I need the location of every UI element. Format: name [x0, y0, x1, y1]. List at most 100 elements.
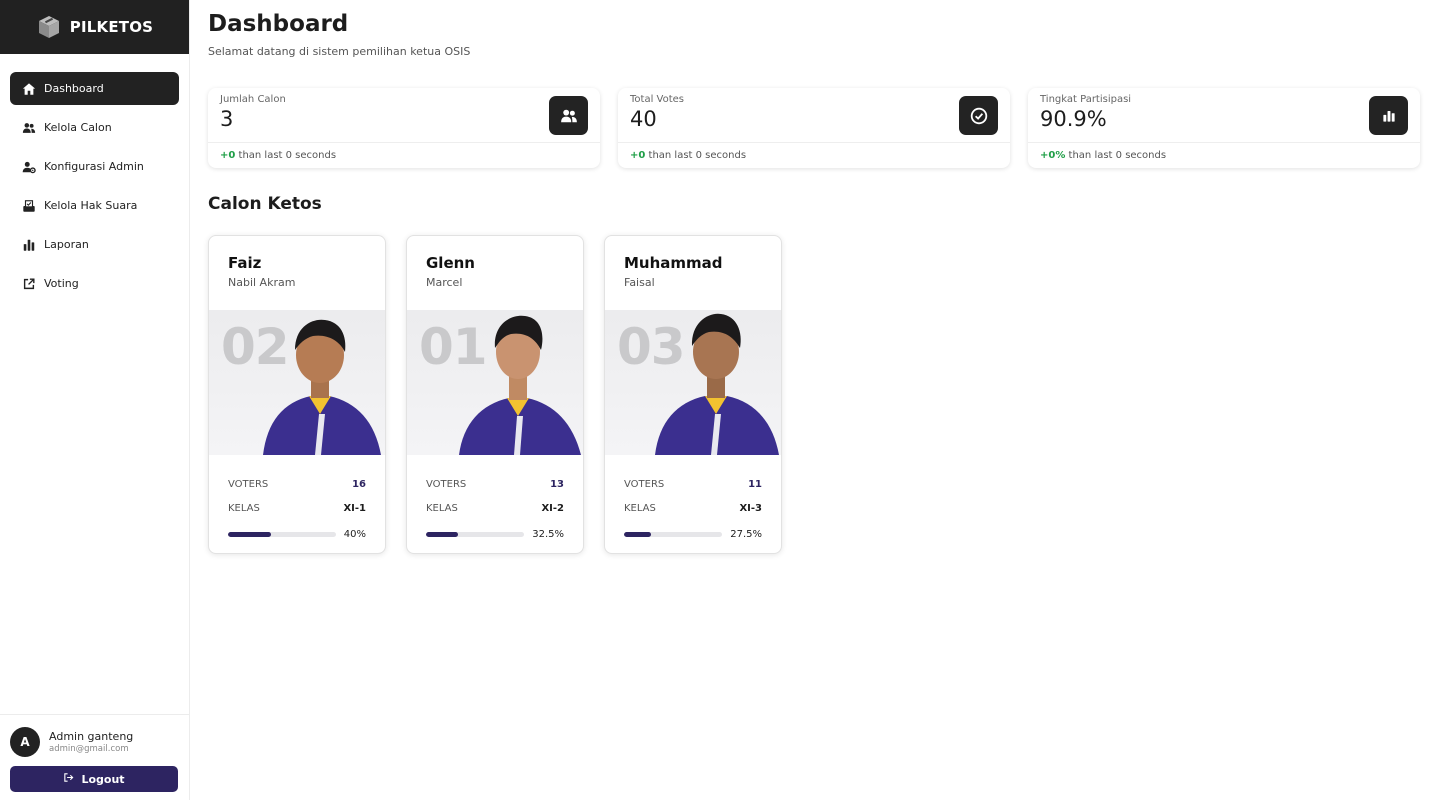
progress-fill — [624, 531, 651, 537]
sidebar-item-kelola-hak-suara[interactable]: Kelola Hak Suara — [10, 189, 179, 222]
voters-row: VOTERS 13 — [426, 472, 564, 496]
stat-card-tingkat-partisipasi: Tingkat Partisipasi 90.9% +0% than last … — [1028, 88, 1420, 168]
voters-count: 11 — [748, 478, 762, 490]
user-name: Admin ganteng — [49, 730, 134, 743]
sidebar-item-label: Kelola Hak Suara — [44, 199, 138, 212]
candidate-portrait — [655, 313, 779, 455]
ballot-box-icon — [22, 199, 36, 213]
logout-icon — [63, 772, 74, 786]
users-icon — [22, 121, 36, 135]
voters-row: VOTERS 11 — [624, 472, 762, 496]
kelas-label: KELAS — [624, 502, 656, 514]
candidate-portrait — [459, 315, 581, 455]
voters-count: 16 — [352, 478, 366, 490]
stat-value: 90.9% — [1040, 107, 1107, 131]
brand-name: PILKETOS — [69, 18, 154, 36]
stat-label: Jumlah Calon — [220, 94, 286, 105]
stat-delta: +0 — [220, 150, 236, 161]
sidebar-item-label: Voting — [44, 277, 79, 290]
progress-bar — [624, 531, 723, 537]
sidebar-item-dashboard[interactable]: Dashboard — [10, 72, 179, 105]
stat-foot-text: than last 0 seconds — [1065, 150, 1167, 161]
user-panel: A Admin ganteng admin@gmail.com Logout — [0, 714, 189, 800]
stat-card-total-votes: Total Votes 40 +0 than last 0 seconds — [618, 88, 1010, 168]
progress-fill — [228, 531, 272, 537]
stat-value: 3 — [220, 107, 234, 131]
sidebar: PILKETOS Dashboard Kelola Calon Konfigur… — [0, 0, 190, 800]
candidate-first-name: Faiz — [228, 254, 262, 272]
stat-delta: +0% — [1040, 150, 1066, 161]
users-icon — [549, 96, 588, 135]
vote-progress: 32.5% — [426, 522, 564, 546]
avatar: A — [10, 727, 40, 757]
candidate-portrait — [263, 319, 381, 455]
voters-label: VOTERS — [426, 478, 467, 490]
kelas-row: KELAS XI-2 — [426, 496, 564, 520]
progress-bar — [426, 531, 525, 537]
candidate-photo: 02 — [209, 310, 385, 455]
stat-footer: +0 than last 0 seconds — [618, 143, 1010, 168]
progress-percent: 40% — [343, 528, 366, 540]
sidebar-item-label: Laporan — [44, 238, 89, 251]
sidebar-item-kelola-calon[interactable]: Kelola Calon — [10, 111, 179, 144]
user-gear-icon — [22, 160, 36, 174]
logout-label: Logout — [81, 772, 125, 786]
stat-card-jumlah-calon: Jumlah Calon 3 +0 than last 0 seconds — [208, 88, 600, 168]
sidebar-item-label: Kelola Calon — [44, 121, 112, 134]
candidate-list: Faiz Nabil Akram 02 VOTERS 16 KELAS XI-1… — [208, 235, 1421, 554]
check-circle-icon — [959, 96, 998, 135]
sidebar-item-label: Dashboard — [44, 82, 104, 95]
home-icon — [22, 82, 36, 96]
stat-foot-text: than last 0 seconds — [645, 150, 747, 161]
vote-progress: 40% — [228, 522, 366, 546]
stat-delta: +0 — [630, 150, 646, 161]
voters-label: VOTERS — [228, 478, 269, 490]
page-subtitle: Selamat datang di sistem pemilihan ketua… — [208, 45, 471, 58]
stat-label: Tingkat Partisipasi — [1040, 94, 1132, 105]
candidate-first-name: Glenn — [426, 254, 475, 272]
user-email: admin@gmail.com — [49, 744, 129, 754]
candidate-photo: 01 — [407, 310, 583, 455]
user-info[interactable]: A Admin ganteng admin@gmail.com — [10, 727, 179, 757]
logout-button[interactable]: Logout — [10, 766, 178, 792]
sidebar-item-laporan[interactable]: Laporan — [10, 228, 179, 261]
ballot-box-logo-icon — [36, 14, 62, 40]
sidebar-item-konfigurasi-admin[interactable]: Konfigurasi Admin — [10, 150, 179, 183]
progress-fill — [426, 531, 458, 537]
candidate-last-name: Faisal — [624, 276, 655, 289]
kelas-label: KELAS — [228, 502, 260, 514]
page-title: Dashboard — [208, 11, 349, 37]
sidebar-item-voting[interactable]: Voting — [10, 267, 179, 300]
bar-chart-icon — [22, 238, 36, 252]
stat-footer: +0 than last 0 seconds — [208, 143, 600, 168]
candidate-card[interactable]: Muhammad Faisal 03 VOTERS 11 KELAS XI-3 … — [604, 235, 782, 554]
voters-row: VOTERS 16 — [228, 472, 366, 496]
stat-foot-text: than last 0 seconds — [235, 150, 337, 161]
kelas-row: KELAS XI-3 — [624, 496, 762, 520]
progress-percent: 27.5% — [730, 528, 762, 540]
external-link-icon — [22, 277, 36, 291]
section-title: Calon Ketos — [208, 194, 322, 214]
candidate-card[interactable]: Glenn Marcel 01 VOTERS 13 KELAS XI-2 32.… — [406, 235, 584, 554]
kelas-value: XI-3 — [739, 502, 762, 514]
sidebar-item-label: Konfigurasi Admin — [44, 160, 144, 173]
brand-header[interactable]: PILKETOS — [0, 0, 189, 54]
vote-progress: 27.5% — [624, 522, 762, 546]
stat-label: Total Votes — [630, 94, 684, 105]
progress-percent: 32.5% — [532, 528, 564, 540]
candidate-last-name: Nabil Akram — [228, 276, 296, 289]
stat-footer: +0% than last 0 seconds — [1028, 143, 1420, 168]
candidate-card[interactable]: Faiz Nabil Akram 02 VOTERS 16 KELAS XI-1… — [208, 235, 386, 554]
stats-row: Jumlah Calon 3 +0 than last 0 seconds To… — [208, 88, 1421, 168]
progress-bar — [228, 531, 336, 537]
stat-value: 40 — [630, 107, 657, 131]
bar-chart-icon — [1369, 96, 1408, 135]
candidate-first-name: Muhammad — [624, 254, 723, 272]
kelas-row: KELAS XI-1 — [228, 496, 366, 520]
candidate-last-name: Marcel — [426, 276, 463, 289]
candidate-photo: 03 — [605, 310, 781, 455]
voters-label: VOTERS — [624, 478, 665, 490]
kelas-value: XI-1 — [343, 502, 366, 514]
voters-count: 13 — [550, 478, 564, 490]
main-content: Dashboard Selamat datang di sistem pemil… — [208, 0, 1421, 554]
